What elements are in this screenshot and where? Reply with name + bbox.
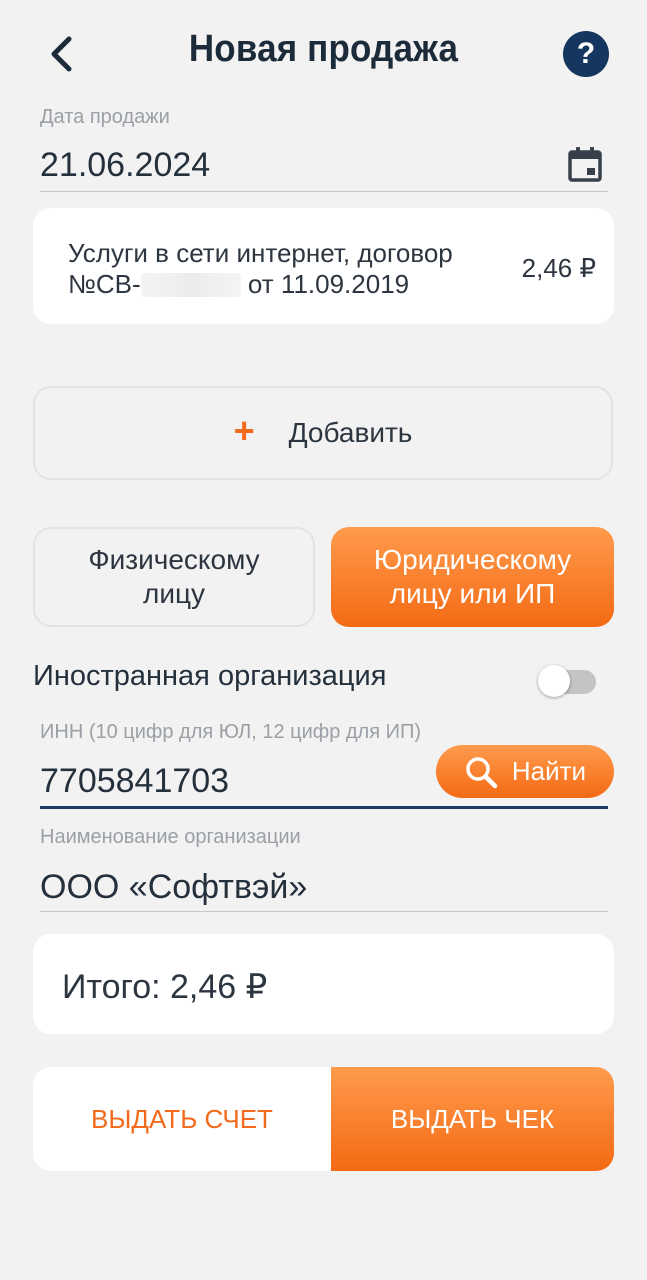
service-item-card[interactable]: Услуги в сети интернет, договор №СВ- от …	[33, 208, 614, 324]
foreign-organization-toggle[interactable]	[538, 665, 596, 697]
calendar-icon	[568, 147, 602, 182]
service-description: Услуги в сети интернет, договор №СВ- от …	[68, 238, 453, 300]
help-button[interactable]: ?	[563, 31, 609, 77]
find-button[interactable]: Найти	[436, 745, 614, 798]
total-amount: Итого: 2,46 ₽	[62, 968, 268, 1006]
add-item-button[interactable]: + Добавить	[33, 386, 613, 480]
customer-type-individual-button[interactable]: Физическому лицу	[33, 527, 315, 627]
service-description-line1: Услуги в сети интернет, договор	[68, 238, 453, 268]
toggle-knob	[538, 665, 570, 697]
org-name-underline	[40, 911, 608, 912]
redacted-contract-number	[140, 273, 241, 297]
search-icon	[464, 755, 498, 789]
inn-input[interactable]: 7705841703	[40, 762, 229, 801]
page-title: Новая продажа	[188, 28, 459, 70]
customer-type-legal-button[interactable]: Юридическому лицу или ИП	[331, 527, 614, 627]
question-mark-icon: ?	[576, 37, 596, 70]
add-item-label: Добавить	[288, 417, 413, 448]
action-bar: ВЫДАТЬ СЧЕТ ВЫДАТЬ ЧЕК	[33, 1067, 614, 1171]
service-price: 2,46 ₽	[521, 253, 596, 283]
org-name-label: Наименование организации	[40, 826, 301, 848]
service-description-line2: №СВ- от 11.09.2019	[68, 269, 410, 299]
total-card: Итого: 2,46 ₽	[33, 934, 614, 1034]
inn-underline	[40, 806, 608, 809]
sale-date-label: Дата продажи	[40, 106, 170, 128]
calendar-button[interactable]	[566, 146, 604, 189]
sale-date-input[interactable]: 21.06.2024	[40, 146, 210, 185]
issue-invoice-button[interactable]: ВЫДАТЬ СЧЕТ	[33, 1067, 331, 1171]
sale-date-underline	[40, 191, 608, 192]
foreign-organization-label: Иностранная организация	[33, 660, 387, 692]
find-button-label: Найти	[511, 756, 587, 786]
plus-icon: +	[233, 410, 255, 451]
org-name-input[interactable]: ООО «Софтвэй»	[40, 868, 307, 907]
inn-label: ИНН (10 цифр для ЮЛ, 12 цифр для ИП)	[40, 721, 422, 743]
issue-receipt-button[interactable]: ВЫДАТЬ ЧЕК	[331, 1067, 614, 1171]
